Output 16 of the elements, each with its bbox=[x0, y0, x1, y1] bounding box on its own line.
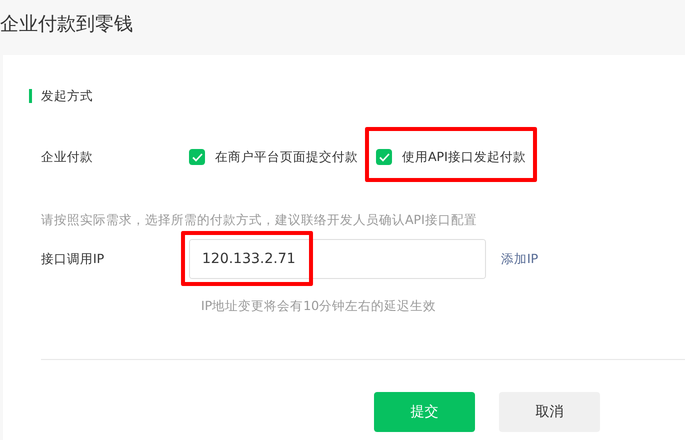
help-text: IP地址变更将会有10分钟左右的延迟生效 bbox=[200, 297, 438, 316]
page-title: 企业付款到零钱 bbox=[0, 12, 134, 37]
checkbox[interactable] bbox=[189, 149, 205, 166]
section-marker bbox=[29, 89, 32, 104]
check-icon bbox=[192, 152, 202, 162]
field-label: 企业付款 bbox=[40, 148, 94, 166]
section-title: 发起方式 bbox=[41, 87, 93, 105]
cancel-button[interactable]: 取消 bbox=[499, 392, 600, 432]
check-icon bbox=[378, 152, 390, 162]
field-label: 接口调用IP bbox=[40, 250, 106, 268]
checkbox[interactable] bbox=[376, 149, 392, 166]
add-ip-link[interactable]: 添加IP bbox=[501, 250, 538, 269]
ip-input-field[interactable]: 120.133.2.71 bbox=[189, 239, 486, 280]
checkbox-label[interactable]: 使用API接口发起付款 bbox=[402, 148, 526, 166]
hint-text: 请按照实际需求，选择所需的付款方式，建议联络开发人员确认API接口配置 bbox=[40, 210, 478, 228]
checkbox-label[interactable]: 在商户平台页面提交付款 bbox=[215, 148, 358, 166]
